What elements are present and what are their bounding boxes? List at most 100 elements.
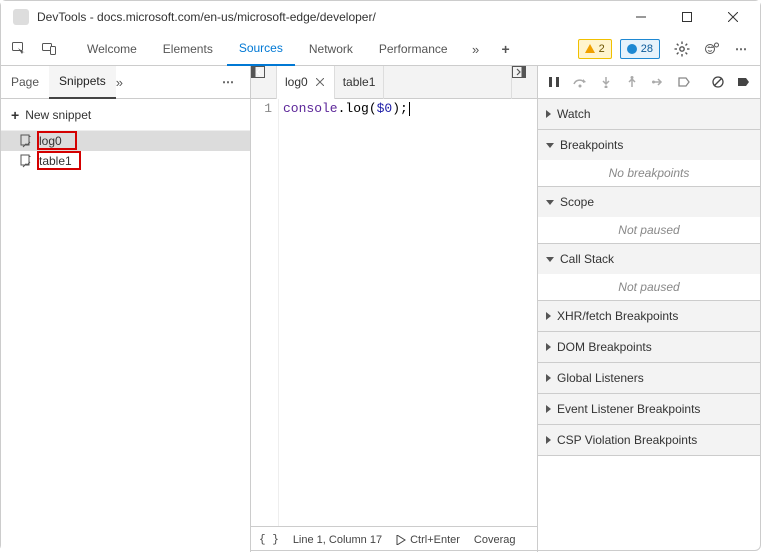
debugger-section: Scope Not paused — [538, 187, 760, 244]
nav-more-tabs-icon[interactable]: » — [116, 75, 140, 90]
editor-tab-log0[interactable]: log0 — [277, 66, 335, 99]
editor-panel: log0 table1 1 console.log($0); { } Line … — [251, 66, 538, 552]
close-tab-icon[interactable] — [314, 76, 326, 88]
maximize-button[interactable] — [664, 1, 710, 33]
app-icon — [13, 9, 29, 25]
feedback-icon[interactable] — [698, 35, 726, 63]
tab-elements[interactable]: Elements — [151, 33, 225, 66]
pause-on-exceptions-button[interactable] — [706, 70, 730, 94]
debugger-section: Event Listener Breakpoints — [538, 394, 760, 425]
section-body: Not paused — [538, 217, 760, 243]
nav-more-options-icon[interactable]: ⋯ — [222, 75, 250, 89]
section-label: XHR/fetch Breakpoints — [557, 309, 678, 323]
section-header[interactable]: Watch — [538, 99, 760, 129]
toggle-debugger-icon[interactable] — [511, 66, 537, 99]
snippet-file-icon — [19, 154, 33, 168]
snippet-list: log0 table1 — [1, 131, 250, 552]
section-label: Event Listener Breakpoints — [557, 402, 700, 416]
warnings-badge[interactable]: 2 — [578, 39, 612, 59]
section-label: Watch — [557, 107, 591, 121]
chevron-right-icon — [546, 405, 551, 413]
chevron-right-icon — [546, 374, 551, 382]
nav-tab-snippets[interactable]: Snippets — [49, 66, 116, 99]
nav-tab-page[interactable]: Page — [1, 66, 49, 99]
section-label: Scope — [560, 195, 594, 209]
run-snippet-button[interactable]: Ctrl+Enter — [396, 534, 460, 546]
editor-tab-table1[interactable]: table1 — [335, 66, 385, 99]
play-icon — [396, 535, 406, 545]
chevron-down-icon — [546, 143, 554, 148]
minimize-button[interactable] — [618, 1, 664, 33]
step-button[interactable] — [646, 70, 670, 94]
section-header[interactable]: Scope — [538, 187, 760, 217]
snippet-item-table1[interactable]: table1 — [1, 151, 250, 171]
step-over-button[interactable] — [568, 70, 592, 94]
new-snippet-button[interactable]: + New snippet — [1, 99, 250, 131]
editor-statusbar: { } Line 1, Column 17 Ctrl+Enter Coverag — [251, 526, 537, 552]
section-header[interactable]: Call Stack — [538, 244, 760, 274]
editor-tab-label: log0 — [285, 75, 308, 89]
more-tabs-icon[interactable]: » — [462, 35, 490, 63]
deactivate-breakpoints-button[interactable] — [672, 70, 696, 94]
info-icon — [627, 44, 637, 54]
chevron-right-icon — [546, 312, 551, 320]
section-body: Not paused — [538, 274, 760, 300]
debugger-section: Watch — [538, 99, 760, 130]
window-titlebar: DevTools - docs.microsoft.com/en-us/micr… — [1, 1, 760, 33]
settings-icon[interactable] — [668, 35, 696, 63]
cursor-position: Line 1, Column 17 — [293, 534, 382, 546]
debugger-panel: Watch BreakpointsNo breakpoints Scope Not p… — [538, 66, 760, 552]
plus-icon: + — [11, 107, 19, 123]
step-into-button[interactable] — [594, 70, 618, 94]
advanced-breakpoints-button[interactable] — [732, 70, 756, 94]
snippet-item-log0[interactable]: log0 — [1, 131, 250, 151]
code-editor[interactable]: 1 console.log($0); — [251, 99, 537, 526]
debugger-section: DOM Breakpoints — [538, 332, 760, 363]
step-out-button[interactable] — [620, 70, 644, 94]
warning-icon — [585, 44, 595, 54]
debugger-section: XHR/fetch Breakpoints — [538, 301, 760, 332]
pretty-print-icon[interactable]: { } — [259, 534, 279, 546]
chevron-down-icon — [546, 257, 554, 262]
section-body: No breakpoints — [538, 160, 760, 186]
snippet-file-icon — [19, 134, 33, 148]
pause-button[interactable] — [542, 70, 566, 94]
section-label: CSP Violation Breakpoints — [557, 433, 697, 447]
more-options-icon[interactable]: ⋯ — [728, 35, 756, 63]
text-cursor — [409, 102, 410, 116]
debugger-section: Global Listeners — [538, 363, 760, 394]
device-emulation-icon[interactable] — [35, 35, 63, 63]
section-header[interactable]: XHR/fetch Breakpoints — [538, 301, 760, 331]
tab-welcome[interactable]: Welcome — [75, 33, 149, 66]
debugger-toolbar — [538, 66, 760, 99]
messages-badge[interactable]: 28 — [620, 39, 660, 59]
debugger-section: CSP Violation Breakpoints — [538, 425, 760, 456]
section-header[interactable]: CSP Violation Breakpoints — [538, 425, 760, 455]
close-window-button[interactable] — [710, 1, 756, 33]
main-toolbar: Welcome Elements Sources Network Perform… — [1, 33, 760, 66]
warnings-count: 2 — [599, 43, 605, 55]
tab-performance[interactable]: Performance — [367, 33, 460, 66]
section-header[interactable]: Global Listeners — [538, 363, 760, 393]
section-header[interactable]: Event Listener Breakpoints — [538, 394, 760, 424]
chevron-right-icon — [546, 343, 551, 351]
line-gutter: 1 — [251, 99, 279, 526]
code-content[interactable]: console.log($0); — [279, 99, 537, 526]
section-header[interactable]: DOM Breakpoints — [538, 332, 760, 362]
section-header[interactable]: Breakpoints — [538, 130, 760, 160]
tab-sources[interactable]: Sources — [227, 33, 295, 66]
coverage-label[interactable]: Coverag — [474, 534, 516, 546]
add-tab-icon[interactable]: + — [492, 35, 520, 63]
highlight-box — [37, 151, 81, 170]
toggle-navigator-icon[interactable] — [251, 66, 277, 99]
inspect-element-icon[interactable] — [5, 35, 33, 63]
window-title: DevTools - docs.microsoft.com/en-us/micr… — [37, 10, 618, 24]
section-label: DOM Breakpoints — [557, 340, 652, 354]
section-label: Global Listeners — [557, 371, 644, 385]
section-label: Call Stack — [560, 252, 614, 266]
editor-tab-label: table1 — [343, 75, 376, 89]
debugger-section: Call Stack Not paused — [538, 244, 760, 301]
tab-network[interactable]: Network — [297, 33, 365, 66]
chevron-right-icon — [546, 110, 551, 118]
highlight-box — [37, 131, 77, 150]
